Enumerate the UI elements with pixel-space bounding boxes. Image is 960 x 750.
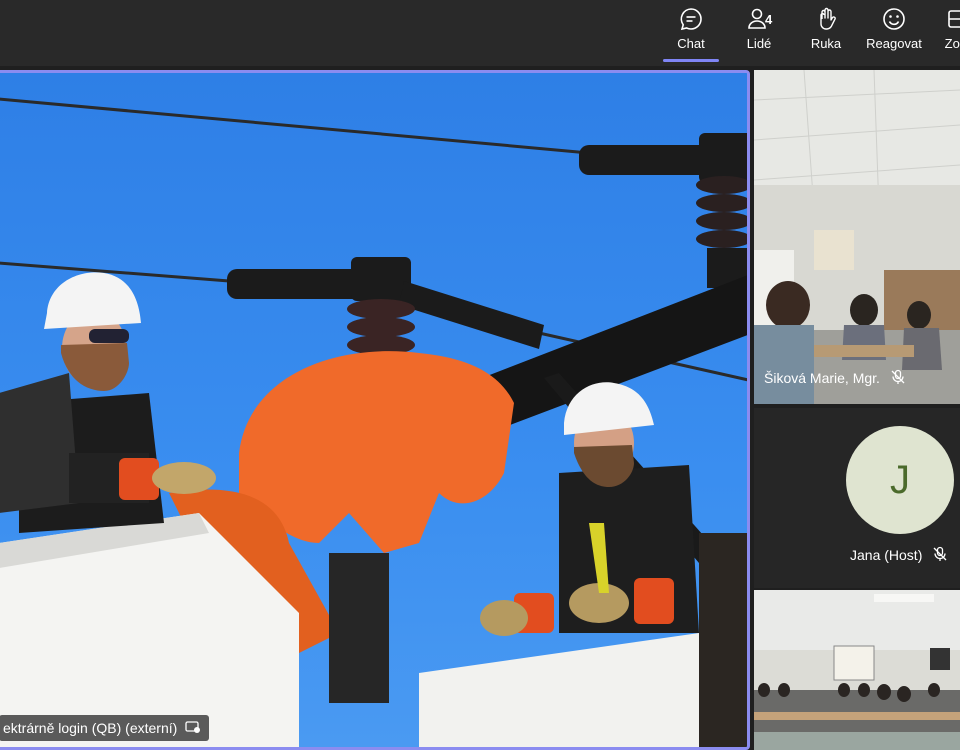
view-button[interactable]: Zobr <box>928 4 960 62</box>
lineworkers-video-frame <box>0 97 747 747</box>
participant-name-tag-2: Jana (Host) <box>850 543 948 567</box>
hand-label: Ruka <box>810 36 842 51</box>
screen-share-icon <box>185 719 201 738</box>
view-label: Zobr <box>944 36 960 51</box>
participant-name-tag-1: Šiková Marie, Mgr. <box>764 366 906 390</box>
participant-tile-classroom[interactable]: Šiková Marie, Mgr. <box>754 70 960 404</box>
avatar-jana: J <box>846 426 954 534</box>
participant-name-1: Šiková Marie, Mgr. <box>764 370 880 386</box>
chat-icon <box>678 4 704 34</box>
mic-off-icon <box>890 369 906 388</box>
classroom-video-frame <box>754 70 960 404</box>
participant-sidebar: Šiková Marie, Mgr. Jana (Host) J <box>754 70 960 750</box>
view-icon <box>945 4 960 34</box>
hand-icon <box>813 4 839 34</box>
participant-name-2: Jana (Host) <box>850 547 923 563</box>
people-count: 4 <box>765 12 773 27</box>
classroom-2-video-frame <box>754 590 960 750</box>
chat-label: Chat <box>677 36 705 51</box>
mic-off-icon <box>932 546 948 565</box>
react-button[interactable]: Reagovat <box>862 4 926 62</box>
people-label: Lidé <box>746 36 772 51</box>
raise-hand-button[interactable]: Ruka <box>803 4 849 62</box>
chat-button[interactable]: Chat <box>663 4 719 62</box>
participant-tile-classroom-2[interactable] <box>754 590 960 750</box>
people-button[interactable]: 4 Lidé <box>734 4 784 62</box>
main-video-stage[interactable]: ektrárně login (QB) (externí) <box>0 70 750 750</box>
meeting-toolbar: Chat 4 Lidé Ruka Reagovat Zobr <box>0 0 960 66</box>
active-tab-indicator <box>663 59 719 62</box>
smile-icon <box>881 4 907 34</box>
react-label: Reagovat <box>866 36 922 51</box>
presenter-name: ektrárně login (QB) (externí) <box>3 720 178 736</box>
avatar-initial: J <box>890 457 910 502</box>
presenter-name-tag: ektrárně login (QB) (externí) <box>0 715 210 741</box>
